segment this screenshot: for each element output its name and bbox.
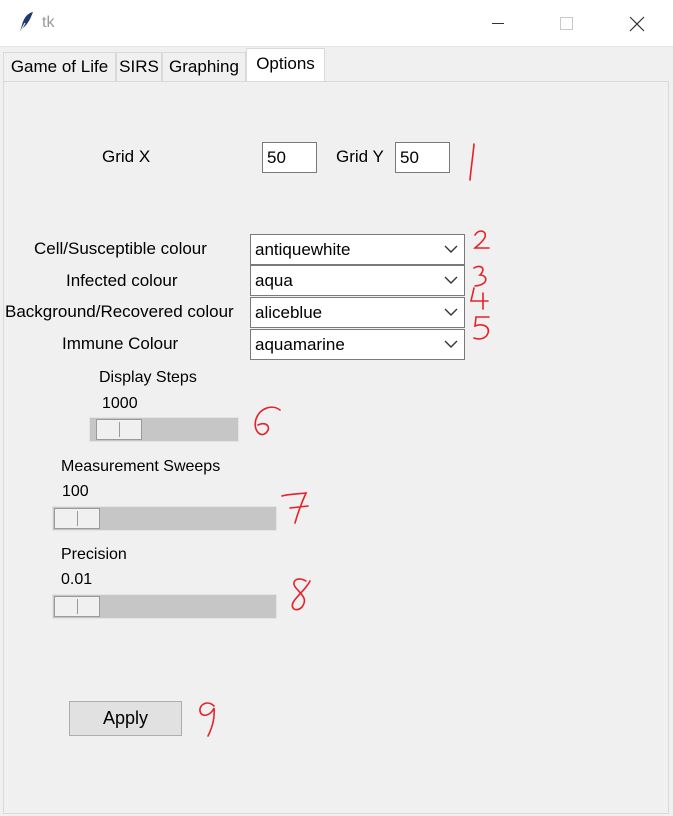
infected-colour-label: Infected colour	[66, 271, 178, 290]
cell-colour-select[interactable]: antiquewhite	[250, 234, 465, 265]
immune-colour-value: aquamarine	[255, 335, 345, 354]
chevron-down-icon	[444, 276, 458, 284]
tab-options[interactable]: Options	[246, 48, 325, 81]
grid-x-label: Grid X	[102, 147, 151, 166]
grid-x-field[interactable]: 50	[262, 142, 317, 173]
measurement-sweeps-label: Measurement Sweeps	[61, 458, 221, 475]
annotation-2	[473, 230, 490, 249]
precision-slider[interactable]	[52, 594, 277, 619]
infected-colour-select[interactable]: aqua	[250, 265, 465, 296]
close-button[interactable]	[614, 0, 660, 47]
annotation-5	[473, 316, 490, 340]
measurement-sweeps-slider[interactable]	[52, 506, 277, 531]
maximize-icon	[560, 17, 573, 30]
cell-colour-value: antiquewhite	[255, 240, 351, 259]
minimize-icon	[492, 23, 504, 24]
minimize-button[interactable]	[475, 0, 521, 47]
window-title: tk	[42, 14, 55, 31]
maximize-button[interactable]	[543, 0, 589, 47]
close-icon	[629, 16, 645, 32]
display-steps-slider[interactable]	[89, 417, 239, 442]
background-colour-select[interactable]: aliceblue	[250, 297, 465, 328]
apply-button[interactable]: Apply	[69, 701, 182, 736]
title-bar: tk	[0, 0, 673, 47]
display-steps-slider-thumb[interactable]	[96, 419, 142, 440]
chevron-down-icon	[444, 340, 458, 348]
immune-colour-label: Immune Colour	[62, 334, 179, 353]
precision-label: Precision	[61, 546, 127, 563]
tab-sirs[interactable]: SIRS	[116, 52, 162, 82]
annotation-1	[469, 143, 475, 181]
infected-colour-value: aqua	[255, 271, 293, 290]
precision-slider-thumb[interactable]	[54, 596, 100, 617]
display-steps-label: Display Steps	[99, 369, 197, 386]
measurement-sweeps-slider-thumb[interactable]	[54, 508, 100, 529]
immune-colour-select[interactable]: aquamarine	[250, 329, 465, 360]
chevron-down-icon	[444, 308, 458, 316]
precision-value: 0.01	[61, 571, 93, 588]
cell-colour-label: Cell/Susceptible colour	[34, 239, 207, 258]
measurement-sweeps-value: 100	[62, 483, 89, 500]
annotation-6	[254, 406, 281, 436]
tab-graphing[interactable]: Graphing	[162, 52, 246, 82]
annotation-4	[469, 287, 489, 310]
tab-game-of-life[interactable]: Game of Life	[3, 52, 116, 82]
background-colour-label: Background/Recovered colour	[5, 302, 234, 321]
chevron-down-icon	[444, 245, 458, 253]
tab-bar: Game of Life SIRS Graphing Options	[0, 48, 673, 82]
feather-icon	[18, 12, 33, 35]
annotation-8	[291, 578, 311, 611]
background-colour-value: aliceblue	[255, 303, 323, 322]
display-steps-value: 1000	[102, 395, 138, 412]
annotation-9	[199, 702, 215, 737]
grid-y-field[interactable]: 50	[395, 142, 450, 173]
grid-y-label: Grid Y	[336, 147, 384, 166]
annotation-7	[281, 492, 309, 524]
